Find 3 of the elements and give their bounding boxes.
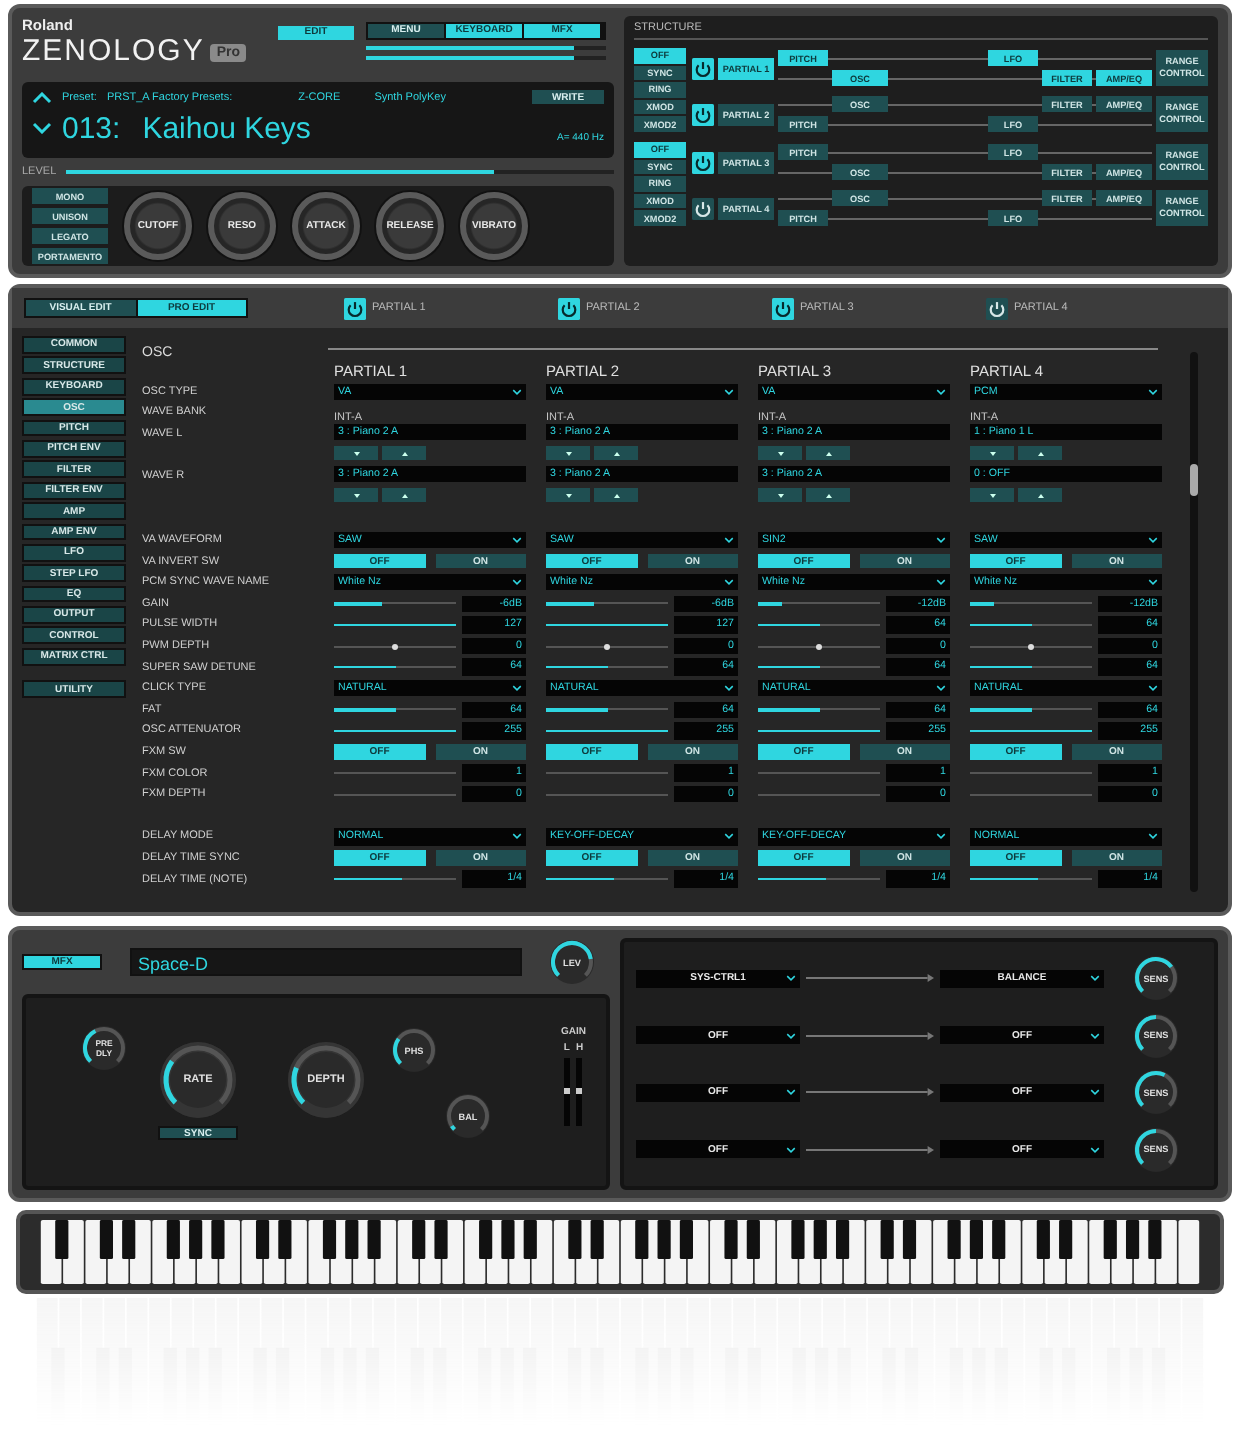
product-name: ZENOLOGY bbox=[22, 34, 205, 70]
preset-number: 013: bbox=[62, 111, 121, 145]
preset-name: Kaihou Keys bbox=[142, 111, 311, 145]
